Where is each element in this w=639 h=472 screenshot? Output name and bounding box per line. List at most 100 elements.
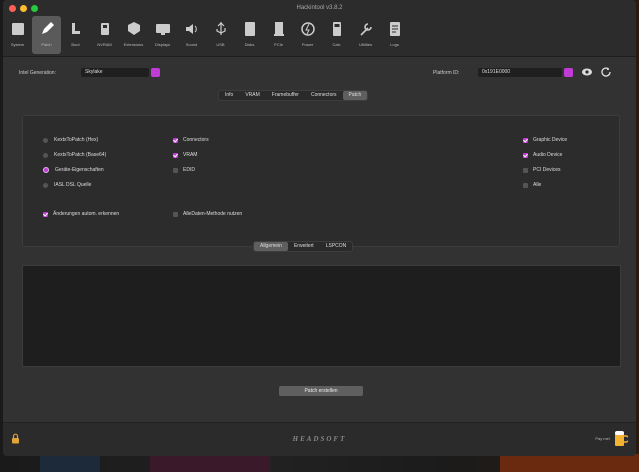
checkbox-option[interactable]: EDID bbox=[173, 167, 195, 173]
toolbar-item-nvram[interactable]: NVRAM bbox=[90, 16, 119, 54]
subtab-lspcon[interactable]: LSPCON bbox=[320, 242, 353, 251]
subtab-allgemein[interactable]: Allgemein bbox=[254, 242, 288, 251]
toolbar-item-disks[interactable]: Disks bbox=[235, 16, 264, 54]
disk-icon bbox=[241, 20, 259, 38]
checkbox[interactable] bbox=[173, 152, 178, 158]
checkbox[interactable] bbox=[173, 137, 178, 143]
checkbox-option[interactable]: Graphic Device bbox=[523, 137, 567, 143]
footer-bar: HEADSOFT Pay me! bbox=[3, 422, 636, 456]
toolbar-item-label: Boot bbox=[71, 42, 80, 47]
desktop-stripe bbox=[40, 454, 100, 472]
checkbox[interactable] bbox=[523, 182, 528, 188]
toolbar-item-label: PCIe bbox=[274, 42, 283, 47]
toolbar-item-extensions[interactable]: Extensions bbox=[119, 16, 148, 54]
sub-tabs: Allgemein Erweitert LSPCON bbox=[253, 241, 354, 252]
toolbar-item-calc[interactable]: Calc bbox=[322, 16, 351, 54]
toolbar: System Patch Boot NVRAM Extensions Displays So… bbox=[3, 16, 409, 54]
intel-generation-select[interactable]: Skylake bbox=[81, 68, 149, 77]
title-bar: Hackintool v3.8.2 System Patch Boot NVRAM Ex… bbox=[3, 0, 636, 57]
checkbox-option[interactable]: Alle bbox=[523, 182, 541, 188]
option-label: Geräte-Eigenschaften bbox=[55, 167, 104, 173]
radio-option[interactable]: KextsToPatch (Base64) bbox=[43, 152, 106, 158]
toolbar-item-label: Power bbox=[301, 42, 314, 47]
option-label: Graphic Device bbox=[533, 137, 568, 143]
tab-framebuffer[interactable]: Framebuffer bbox=[266, 91, 305, 100]
tab-info[interactable]: Info bbox=[219, 91, 239, 100]
option-label: VRAM bbox=[183, 152, 198, 158]
desktop-stripe bbox=[500, 454, 639, 472]
generate-patch-button[interactable]: Patch erstellen bbox=[279, 386, 363, 396]
radio-option[interactable]: KextsToPatch (Hex) bbox=[43, 137, 98, 143]
toolbar-item-patch[interactable]: Patch bbox=[32, 16, 61, 54]
options-panel: KextsToPatch (Hex) KextsToPatch (Base64) G… bbox=[22, 115, 620, 247]
toolbar-item-displays[interactable]: Displays bbox=[148, 16, 177, 54]
toolbar-item-power[interactable]: Power bbox=[293, 16, 322, 54]
eye-icon[interactable] bbox=[581, 67, 593, 77]
toolbar-item-label: Patch bbox=[41, 42, 52, 47]
option-label: EDID bbox=[183, 167, 195, 173]
checkbox[interactable] bbox=[523, 167, 528, 173]
window-title: Hackintool v3.8.2 bbox=[296, 5, 343, 11]
toolbar-item-sound[interactable]: Sound bbox=[177, 16, 206, 54]
toolbar-item-pcie[interactable]: PCIe bbox=[264, 16, 293, 54]
toolbar-item-label: USB bbox=[216, 42, 225, 47]
calculator-icon bbox=[328, 20, 346, 38]
toolbar-item-logs[interactable]: Logs bbox=[380, 16, 409, 54]
platform-id-stepper[interactable] bbox=[564, 68, 573, 77]
radio-button[interactable] bbox=[43, 167, 49, 173]
option-label: KextsToPatch (Hex) bbox=[54, 137, 99, 143]
option-label: Alle bbox=[533, 182, 542, 188]
auto-detect-label: Änderungen autom. erkennen bbox=[53, 211, 120, 217]
auto-detect-checkbox[interactable] bbox=[43, 211, 48, 217]
extensions-icon bbox=[125, 20, 143, 38]
checkbox-option[interactable]: PCI Devices bbox=[523, 167, 561, 173]
all-data-option[interactable]: AlleDaten-Methode nutzen bbox=[173, 211, 242, 217]
patch-output-area[interactable] bbox=[22, 265, 621, 367]
power-icon bbox=[299, 20, 317, 38]
option-label: IASL DSL Quelle bbox=[54, 182, 92, 188]
toolbar-item-boot[interactable]: Boot bbox=[61, 16, 90, 54]
tab-patch[interactable]: Patch bbox=[342, 91, 368, 100]
tab-vram[interactable]: VRAM bbox=[239, 91, 265, 100]
toolbar-item-label: Disks bbox=[244, 42, 255, 47]
option-label: PCI Devices bbox=[533, 167, 561, 173]
pcie-icon bbox=[270, 20, 288, 38]
platform-id-select[interactable]: 0x191E0000 bbox=[478, 68, 562, 77]
checkbox[interactable] bbox=[523, 152, 528, 158]
radio-button[interactable] bbox=[43, 152, 48, 158]
header-row: Intel Generation: Skylake Platform ID: 0… bbox=[3, 58, 636, 88]
intel-generation-stepper[interactable] bbox=[151, 68, 160, 77]
toolbar-item-usb[interactable]: USB bbox=[206, 16, 235, 54]
toolbar-item-utilities[interactable]: Utilities bbox=[351, 16, 380, 54]
toolbar-item-system[interactable]: System bbox=[3, 16, 32, 54]
donate-link[interactable]: Pay me! bbox=[595, 436, 610, 441]
tab-connectors[interactable]: Connectors bbox=[305, 91, 343, 100]
toolbar-item-label: Logs bbox=[390, 42, 399, 47]
checkbox-option[interactable]: VRAM bbox=[173, 152, 197, 158]
option-label: Audio Device bbox=[533, 152, 563, 158]
radio-button[interactable] bbox=[43, 182, 48, 188]
radio-button[interactable] bbox=[43, 137, 48, 143]
checkbox[interactable] bbox=[523, 137, 528, 143]
headsoft-logo: HEADSOFT bbox=[292, 435, 347, 443]
checkbox-option[interactable]: Audio Device bbox=[523, 152, 562, 158]
all-data-label: AlleDaten-Methode nutzen bbox=[183, 211, 243, 217]
desktop-stripe bbox=[150, 454, 270, 472]
all-data-checkbox[interactable] bbox=[173, 211, 178, 217]
beer-icon[interactable] bbox=[614, 429, 628, 447]
checkbox-option[interactable]: Connectors bbox=[173, 137, 209, 143]
wrench-icon bbox=[357, 20, 375, 38]
auto-detect-option[interactable]: Änderungen autom. erkennen bbox=[43, 211, 119, 217]
toolbar-item-label: Sound bbox=[185, 42, 198, 47]
checkbox[interactable] bbox=[173, 167, 178, 173]
radio-option[interactable]: Geräte-Eigenschaften bbox=[43, 167, 104, 173]
option-label: Connectors bbox=[183, 137, 209, 143]
subtab-erweitert[interactable]: Erweitert bbox=[288, 242, 320, 251]
logs-icon bbox=[386, 20, 404, 38]
pencil-icon bbox=[38, 20, 56, 38]
radio-option[interactable]: IASL DSL Quelle bbox=[43, 182, 91, 188]
option-label: KextsToPatch (Base64) bbox=[54, 152, 107, 158]
toolbar-item-label: Displays bbox=[154, 42, 171, 47]
refresh-icon[interactable] bbox=[600, 66, 612, 78]
toolbar-item-label: Utilities bbox=[359, 42, 372, 47]
